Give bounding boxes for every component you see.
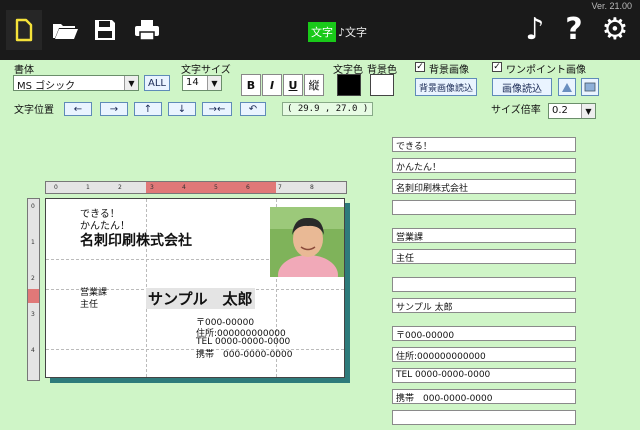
new-document-button[interactable] bbox=[6, 10, 42, 50]
settings-button[interactable]: ⚙ bbox=[598, 10, 632, 50]
save-icon bbox=[95, 20, 115, 40]
move-up-button[interactable]: ↑ bbox=[134, 102, 162, 116]
person-photo-icon bbox=[270, 207, 344, 277]
move-left-button[interactable]: ← bbox=[64, 102, 92, 116]
ruler-number: 1 bbox=[31, 239, 35, 246]
top-toolbar: 文字 ♪文字 ♪ ? ⚙ Ver. 21.00 bbox=[0, 0, 640, 60]
bold-button[interactable]: B bbox=[241, 74, 261, 96]
move-down-button[interactable]: ↓ bbox=[168, 102, 196, 116]
guide-line bbox=[46, 349, 344, 350]
horizontal-ruler: 0 1 2 3 4 5 6 7 8 bbox=[45, 181, 347, 194]
new-document-icon bbox=[15, 18, 33, 42]
size-ratio-select[interactable]: 0.2 ▼ bbox=[548, 103, 596, 119]
mode-tabs: 文字 ♪文字 bbox=[308, 22, 369, 42]
card-field-1[interactable]: できる！ bbox=[392, 137, 576, 152]
open-button[interactable] bbox=[48, 10, 82, 50]
onepoint-image-checkbox[interactable]: ✓ bbox=[492, 62, 502, 72]
center-button[interactable]: →← bbox=[202, 102, 232, 116]
business-card-preview[interactable]: できる！ かんたん！ 名刺印刷株式会社 営業課 主任 サンプル 太郎 〒000-… bbox=[45, 198, 345, 378]
ruler-number: 5 bbox=[214, 184, 218, 191]
card-field-8[interactable]: サンプル 太郎 bbox=[392, 298, 576, 313]
ruler-number: 2 bbox=[118, 184, 122, 191]
ruler-highlight bbox=[146, 182, 276, 193]
text-color-swatch[interactable] bbox=[337, 74, 361, 96]
ruler-number: 3 bbox=[31, 311, 35, 318]
card-title: 主任 bbox=[80, 300, 99, 310]
print-icon bbox=[135, 20, 159, 41]
underline-button[interactable]: U bbox=[283, 74, 303, 96]
card-field-13[interactable] bbox=[392, 410, 576, 425]
undo-button[interactable]: ↶ bbox=[240, 102, 266, 116]
music-note-icon: ♪ bbox=[525, 12, 545, 47]
save-button[interactable] bbox=[88, 10, 122, 50]
card-field-3[interactable]: 名刺印刷株式会社 bbox=[392, 179, 576, 194]
profile-photo[interactable] bbox=[270, 207, 344, 277]
all-button[interactable]: ALL bbox=[144, 75, 170, 91]
font-label: 書体 bbox=[14, 65, 34, 76]
position-label: 文字位置 bbox=[14, 105, 54, 116]
ruler-number: 7 bbox=[278, 184, 282, 191]
vertical-text-button[interactable]: 縦 bbox=[304, 74, 324, 96]
chevron-down-icon: ▼ bbox=[581, 104, 595, 118]
open-folder-icon bbox=[53, 24, 78, 39]
card-field-5[interactable]: 営業課 bbox=[392, 228, 576, 243]
move-right-button[interactable]: → bbox=[100, 102, 128, 116]
image-edit-icon bbox=[584, 82, 596, 92]
tab-music-text[interactable]: ♪文字 bbox=[336, 23, 369, 41]
ruler-number: 0 bbox=[31, 203, 35, 210]
ruler-number: 1 bbox=[86, 184, 90, 191]
size-select[interactable]: 14 ▼ bbox=[182, 75, 222, 91]
tab-text[interactable]: 文字 bbox=[308, 22, 336, 42]
bg-image-checkbox[interactable]: ✓ bbox=[415, 62, 425, 72]
vertical-ruler: 0 1 2 3 4 bbox=[27, 198, 40, 381]
font-select-value: MS ゴシック bbox=[17, 81, 76, 91]
ruler-number: 4 bbox=[182, 184, 186, 191]
ruler-number: 6 bbox=[246, 184, 250, 191]
italic-button[interactable]: I bbox=[262, 74, 282, 96]
size-ratio-value: 0.2 bbox=[552, 105, 568, 116]
ruler-number: 0 bbox=[54, 184, 58, 191]
chevron-down-icon: ▼ bbox=[124, 76, 138, 90]
help-icon: ? bbox=[565, 12, 583, 47]
onepoint-image-label: ワンポイント画像 bbox=[506, 65, 586, 76]
chevron-down-icon: ▼ bbox=[207, 76, 221, 90]
image-adjust-button[interactable] bbox=[558, 78, 576, 96]
ruler-highlight bbox=[28, 289, 39, 303]
card-field-6[interactable]: 主任 bbox=[392, 249, 576, 264]
bg-image-label: 背景画像 bbox=[429, 65, 469, 76]
music-button[interactable]: ♪ bbox=[518, 10, 552, 50]
coordinates-readout: ( 29.9 , 27.0 ) bbox=[282, 102, 374, 116]
bg-image-load-button[interactable]: 背景画像読込 bbox=[415, 78, 477, 96]
card-name: サンプル 太郎 bbox=[146, 288, 255, 309]
size-ratio-label: サイズ倍率 bbox=[491, 105, 541, 116]
ruler-number: 3 bbox=[150, 184, 154, 191]
card-field-11[interactable]: TEL 0000-0000-0000 bbox=[392, 368, 576, 383]
card-field-2[interactable]: かんたん！ bbox=[392, 158, 576, 173]
card-field-7[interactable] bbox=[392, 277, 576, 292]
card-mobile: 携帯 000-0000-0000 bbox=[196, 350, 293, 360]
ruler-number: 8 bbox=[310, 184, 314, 191]
ruler-number: 4 bbox=[31, 347, 35, 354]
card-tel: TEL 0000-0000-0000 bbox=[196, 337, 291, 347]
image-adjust-icon bbox=[562, 83, 572, 92]
size-select-value: 14 bbox=[186, 77, 199, 88]
image-load-button[interactable]: 画像読込 bbox=[492, 78, 552, 96]
card-field-12[interactable]: 携帯 000-0000-0000 bbox=[392, 389, 576, 404]
print-button[interactable] bbox=[130, 10, 164, 50]
gear-icon: ⚙ bbox=[601, 12, 629, 47]
card-field-4[interactable] bbox=[392, 200, 576, 215]
size-label: 文字サイズ bbox=[181, 65, 231, 76]
font-select[interactable]: MS ゴシック ▼ bbox=[13, 75, 139, 91]
help-button[interactable]: ? bbox=[557, 10, 591, 50]
image-edit-button[interactable] bbox=[581, 78, 599, 96]
ruler-number: 2 bbox=[31, 275, 35, 282]
version-label: Ver. 21.00 bbox=[591, 1, 632, 11]
card-company: 名刺印刷株式会社 bbox=[80, 233, 192, 249]
card-field-9[interactable]: 〒000-00000 bbox=[392, 326, 576, 341]
card-field-10[interactable]: 住所:000000000000 bbox=[392, 347, 576, 362]
bg-color-swatch[interactable] bbox=[370, 74, 394, 96]
